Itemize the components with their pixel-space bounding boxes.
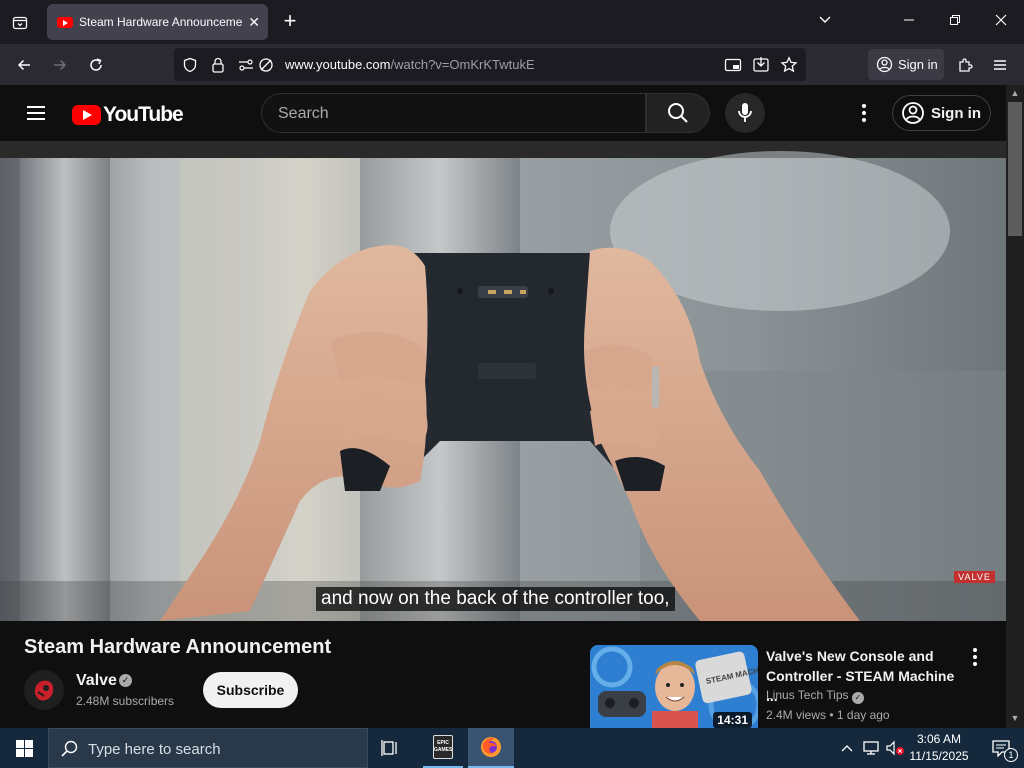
recommended-video-meta: 2.4M views • 1 day ago xyxy=(766,708,890,722)
clock[interactable]: 3:06 AM 11/15/2025 xyxy=(908,731,970,765)
channel-avatar[interactable] xyxy=(24,670,64,710)
verified-badge-icon: ✓ xyxy=(851,692,864,704)
tab-list-icon xyxy=(12,16,28,30)
youtube-sign-in-button[interactable]: Sign in xyxy=(892,95,991,131)
back-arrow-icon xyxy=(17,59,30,71)
chevron-up-icon xyxy=(841,745,853,752)
browser-tab-active[interactable]: Steam Hardware Announcement ✕ xyxy=(47,4,268,40)
hamburger-menu-icon xyxy=(994,60,1006,70)
puzzle-piece-icon xyxy=(958,57,973,72)
recommended-channel-name: Linus Tech Tips xyxy=(766,688,849,702)
microphone-icon xyxy=(738,103,752,122)
network-icon xyxy=(863,741,879,755)
voice-search-button[interactable] xyxy=(725,93,765,133)
guide-menu-button[interactable] xyxy=(24,101,48,125)
clock-date: 11/15/2025 xyxy=(909,749,969,763)
video-frame-image xyxy=(0,141,1006,621)
notification-count-badge: 1 xyxy=(1004,748,1018,762)
valve-logo-icon xyxy=(24,670,64,710)
subscribe-button[interactable]: Subscribe xyxy=(203,672,298,708)
browser-nav-bar: www.youtube.com/watch?v=OmKrKTwtukE Sign… xyxy=(0,44,1024,85)
permissions-icon[interactable] xyxy=(238,58,254,72)
save-to-pocket-icon[interactable] xyxy=(752,56,770,74)
scroll-down-arrow-icon[interactable]: ▼ xyxy=(1010,713,1020,723)
account-icon xyxy=(876,56,893,73)
youtube-sign-in-label: Sign in xyxy=(931,104,981,122)
firefox-taskbar-button[interactable] xyxy=(468,728,514,768)
url-domain: www.youtube.com xyxy=(285,57,391,72)
youtube-header: YouTube Search Sign in xyxy=(0,85,1006,141)
video-caption: and now on the back of the controller to… xyxy=(316,587,675,611)
action-center-button[interactable]: 1 xyxy=(978,728,1024,768)
firefox-account-sign-in-button[interactable]: Sign in xyxy=(868,49,944,80)
firefox-sign-in-label: Sign in xyxy=(898,57,938,72)
channel-name[interactable]: Valve xyxy=(76,672,117,690)
url-path: /watch?v=OmKrKTwtukE xyxy=(390,57,535,72)
network-button[interactable] xyxy=(860,728,882,768)
page-scrollbar[interactable]: ▲ ▼ xyxy=(1006,85,1024,728)
search-button[interactable] xyxy=(646,93,710,133)
epic-games-launcher-button[interactable]: EPIC GAMES xyxy=(423,728,463,768)
search-icon xyxy=(61,740,78,757)
close-tab-icon[interactable]: ✕ xyxy=(248,14,260,31)
tracking-protection-shield-icon[interactable] xyxy=(182,57,198,73)
volume-muted-icon xyxy=(886,740,904,756)
youtube-logo-text: YouTube xyxy=(103,103,184,126)
recommended-video-thumbnail[interactable]: STEAM MACHINE 14:31 xyxy=(590,645,758,728)
bookmark-star-icon[interactable] xyxy=(780,56,798,74)
lock-icon[interactable] xyxy=(211,57,225,73)
reload-icon xyxy=(90,58,102,71)
tab-title: Steam Hardware Announcement xyxy=(79,15,243,29)
hamburger-menu-icon xyxy=(27,106,45,120)
volume-button[interactable] xyxy=(884,728,906,768)
forward-button[interactable] xyxy=(47,52,73,78)
clock-time: 3:06 AM xyxy=(916,732,962,746)
epic-games-icon: EPIC GAMES xyxy=(433,735,453,759)
recommended-video-menu-icon[interactable] xyxy=(966,648,984,668)
youtube-logo[interactable]: YouTube xyxy=(72,103,184,127)
scrollbar-thumb[interactable] xyxy=(1008,102,1022,236)
picture-in-picture-icon[interactable] xyxy=(724,57,742,73)
taskbar-search-placeholder: Type here to search xyxy=(88,741,221,758)
search-placeholder: Search xyxy=(278,105,329,122)
address-bar[interactable]: www.youtube.com/watch?v=OmKrKTwtukE xyxy=(174,48,806,81)
windows-logo-icon xyxy=(15,739,33,757)
extensions-button[interactable] xyxy=(952,52,978,78)
task-view-button[interactable] xyxy=(368,728,414,768)
browser-tab-strip: Steam Hardware Announcement ✕ + xyxy=(0,0,1024,44)
search-input[interactable]: Search xyxy=(261,93,646,133)
youtube-play-logo-icon xyxy=(72,105,101,125)
url-text[interactable]: www.youtube.com/watch?v=OmKrKTwtukE xyxy=(285,57,535,72)
reload-button[interactable] xyxy=(83,52,109,78)
taskbar-search-box[interactable]: Type here to search xyxy=(48,728,368,768)
tab-overflow-chevron-icon[interactable] xyxy=(813,10,837,34)
show-hidden-icons-button[interactable] xyxy=(836,728,858,768)
search-icon xyxy=(668,103,688,123)
list-all-tabs-button[interactable] xyxy=(6,8,34,36)
youtube-favicon-icon xyxy=(57,16,73,28)
close-window-button[interactable] xyxy=(989,10,1013,34)
firefox-icon xyxy=(481,737,501,757)
settings-kebab-menu-icon[interactable] xyxy=(853,101,875,125)
subscriber-count: 2.48M subscribers xyxy=(76,694,175,708)
valve-watermark: VALVE xyxy=(954,571,995,583)
forward-arrow-icon xyxy=(54,59,67,71)
video-duration: 14:31 xyxy=(713,712,752,728)
minimize-window-button[interactable] xyxy=(897,10,921,34)
restore-window-button[interactable] xyxy=(943,10,967,34)
app-menu-button[interactable] xyxy=(987,52,1013,78)
autoplay-blocked-icon[interactable] xyxy=(258,57,274,73)
scroll-up-arrow-icon[interactable]: ▲ xyxy=(1010,88,1020,98)
video-player[interactable]: and now on the back of the controller to… xyxy=(0,141,1006,621)
windows-taskbar: Type here to search EPIC GAMES 3:06 AM 1… xyxy=(0,728,1024,768)
recommended-video-channel[interactable]: Linus Tech Tips ✓ xyxy=(766,688,864,704)
verified-badge-icon: ✓ xyxy=(119,674,132,687)
task-view-icon xyxy=(381,740,397,756)
back-button[interactable] xyxy=(11,52,37,78)
account-icon xyxy=(902,102,924,124)
video-title: Steam Hardware Announcement xyxy=(24,636,332,658)
start-button[interactable] xyxy=(0,728,48,768)
new-tab-button[interactable]: + xyxy=(278,10,302,34)
